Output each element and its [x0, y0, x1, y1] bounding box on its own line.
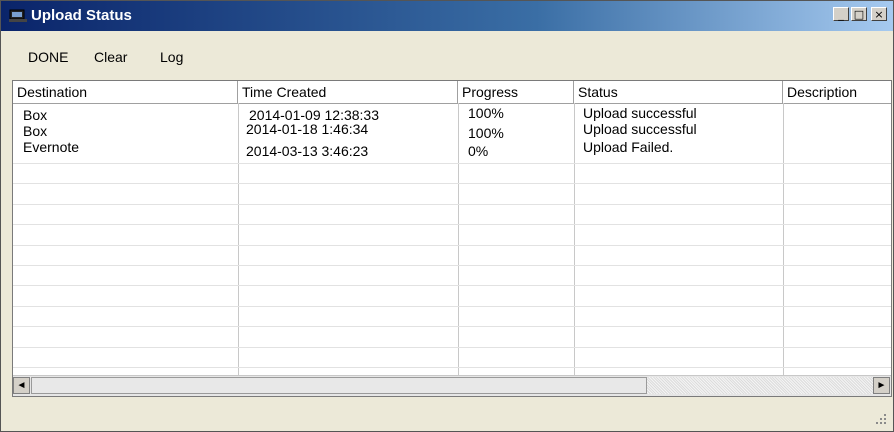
cell-destination: Box	[23, 107, 48, 123]
column-divider	[238, 103, 239, 376]
maximize-button[interactable]: □	[851, 7, 867, 21]
column-header-time-created[interactable]: Time Created	[238, 81, 458, 103]
row-divider	[13, 285, 891, 286]
scroll-left-arrow-icon[interactable]: ◄	[13, 377, 30, 394]
resize-grip-icon[interactable]	[875, 413, 887, 425]
row-divider	[13, 367, 891, 368]
cell-progress: 0%	[468, 143, 489, 159]
menu-item-log[interactable]: Log	[160, 49, 183, 65]
upload-list[interactable]: Destination Time Created Progress Status…	[12, 80, 892, 397]
column-header-destination[interactable]: Destination	[13, 81, 238, 103]
row-divider	[13, 326, 891, 327]
cell-destination: Evernote	[23, 139, 80, 155]
cell-progress: 100%	[468, 125, 504, 141]
minimize-button[interactable]: _	[833, 7, 849, 21]
column-header-description[interactable]: Description	[783, 81, 891, 103]
close-button[interactable]: ×	[871, 7, 887, 21]
column-header-status[interactable]: Status	[574, 81, 783, 103]
column-divider	[458, 103, 459, 376]
cell-status: Upload successful	[583, 105, 697, 121]
window-title: Upload Status	[31, 7, 132, 24]
cell-status: Upload Failed.	[583, 139, 674, 155]
list-header: Destination Time Created Progress Status…	[13, 81, 891, 104]
cell-time-created: 2014-03-13 3:46:23	[246, 143, 369, 159]
menu-bar: DONE Clear Log	[1, 31, 893, 75]
title-bar[interactable]: Upload Status _ □ ×	[1, 1, 893, 31]
upload-status-window: Upload Status _ □ × DONE Clear Log Desti…	[0, 0, 894, 432]
row-divider	[13, 183, 891, 184]
menu-item-done[interactable]: DONE	[28, 49, 68, 65]
app-icon	[9, 9, 27, 22]
menu-item-clear[interactable]: Clear	[94, 49, 127, 65]
row-divider	[13, 347, 891, 348]
row-divider	[13, 224, 891, 225]
row-divider	[13, 245, 891, 246]
status-bar	[1, 401, 893, 431]
row-divider	[13, 265, 891, 266]
scroll-thumb[interactable]	[31, 377, 647, 394]
row-divider	[13, 204, 891, 205]
column-header-progress[interactable]: Progress	[458, 81, 574, 103]
horizontal-scrollbar[interactable]: ◄ ►	[13, 375, 891, 396]
cell-progress: 100%	[468, 105, 504, 121]
cell-time-created: 2014-01-18 1:46:34	[246, 121, 369, 137]
scroll-right-arrow-icon[interactable]: ►	[873, 377, 890, 394]
row-divider	[13, 163, 891, 164]
column-divider	[783, 103, 784, 376]
column-divider	[574, 103, 575, 376]
cell-destination: Box	[23, 123, 48, 139]
cell-status: Upload successful	[583, 121, 697, 137]
scroll-track[interactable]	[647, 377, 873, 394]
row-divider	[13, 306, 891, 307]
